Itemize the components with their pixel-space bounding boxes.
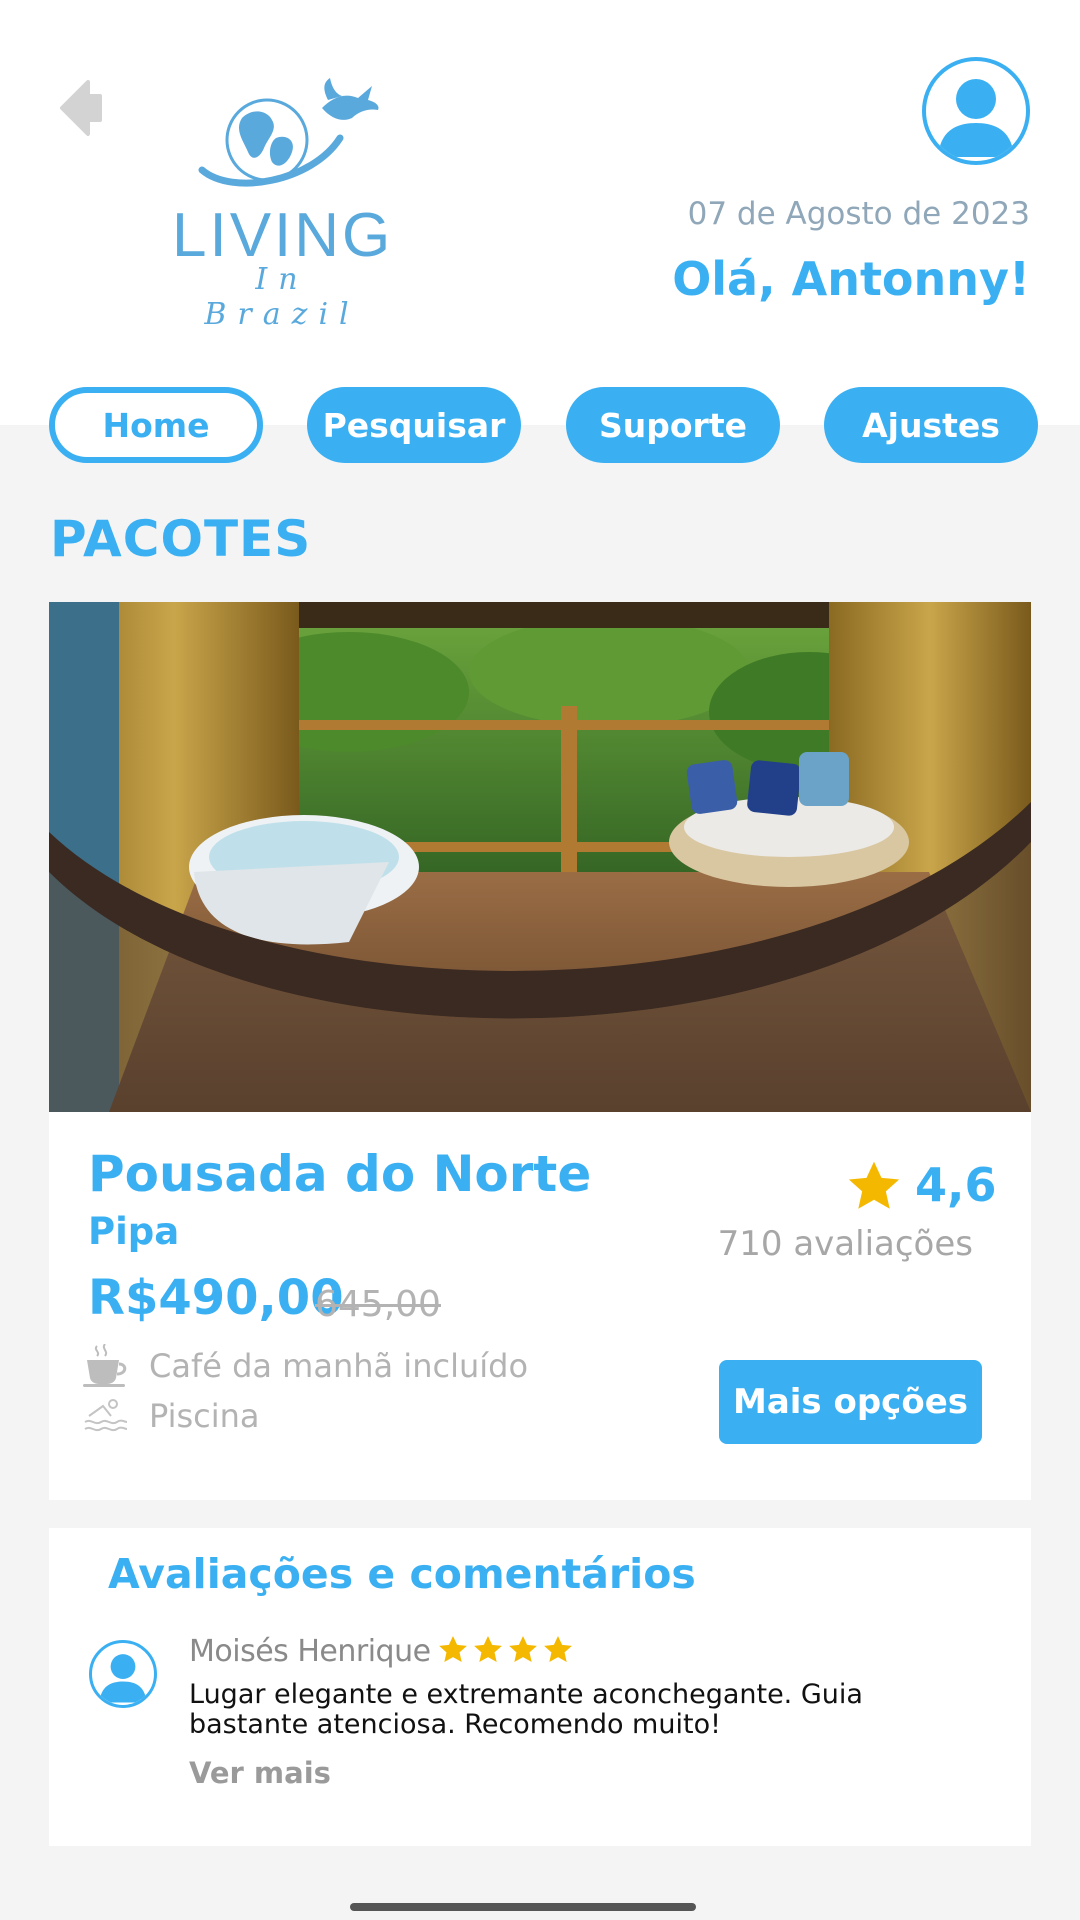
star-icon — [509, 1636, 537, 1662]
profile-avatar[interactable] — [922, 57, 1030, 165]
app-logo: LIVING In Brazil — [172, 78, 394, 332]
package-rating: 4,6 — [915, 1158, 997, 1212]
package-city: Pipa — [88, 1210, 180, 1253]
logo-tagline: In Brazil — [204, 262, 360, 332]
reviews-title: Avaliações e comentários — [108, 1550, 696, 1598]
package-price: R$490,00 — [88, 1270, 344, 1326]
package-name: Pousada do Norte — [88, 1145, 592, 1203]
amenity-breakfast: Café da manhã incluído — [83, 1344, 528, 1388]
globe-bird-logo-icon — [198, 78, 379, 187]
star-icon — [439, 1636, 467, 1662]
star-icon — [848, 1161, 900, 1209]
amenity-pool: Piscina — [83, 1394, 260, 1438]
review-text: Lugar elegante e extremante aconchegante… — [189, 1679, 863, 1740]
user-icon — [938, 79, 1014, 157]
see-more-link[interactable]: Ver mais — [189, 1756, 331, 1790]
coffee-cup-icon — [83, 1344, 127, 1387]
current-date: 07 de Agosto de 2023 — [687, 196, 1030, 232]
star-icon — [544, 1636, 572, 1662]
amenity-label: Piscina — [149, 1397, 260, 1435]
star-icon — [474, 1636, 502, 1662]
reviews-card: Avaliações e comentários Moisés Henrique… — [49, 1528, 1031, 1846]
tab-pesquisar[interactable]: Pesquisar — [307, 387, 521, 463]
tab-suporte[interactable]: Suporte — [566, 387, 780, 463]
section-title-pacotes: PACOTES — [50, 510, 312, 568]
user-greeting: Olá, Antonny! — [672, 252, 1030, 306]
back-arrow-icon[interactable] — [58, 80, 104, 136]
more-options-button[interactable]: Mais opções — [719, 1360, 982, 1444]
tab-ajustes[interactable]: Ajustes — [824, 387, 1038, 463]
logo-wordmark: LIVING — [172, 201, 394, 270]
package-old-price: 645,00 — [315, 1284, 441, 1325]
pool-icon — [84, 1399, 128, 1432]
tab-home[interactable]: Home — [49, 387, 263, 463]
reviewer-name: Moisés Henrique — [189, 1634, 431, 1669]
hotel-balcony-image — [49, 602, 1031, 1112]
review-stars — [437, 1634, 574, 1666]
package-photo[interactable] — [49, 602, 1031, 1112]
home-indicator[interactable] — [350, 1903, 696, 1911]
package-rating-count[interactable]: 710 avaliações — [718, 1224, 973, 1264]
user-icon — [99, 1654, 147, 1703]
package-card: Pousada do Norte Pipa R$490,00 645,00 4,… — [49, 602, 1031, 1500]
amenity-label: Café da manhã incluído — [149, 1347, 529, 1385]
reviewer-avatar[interactable] — [89, 1640, 157, 1708]
